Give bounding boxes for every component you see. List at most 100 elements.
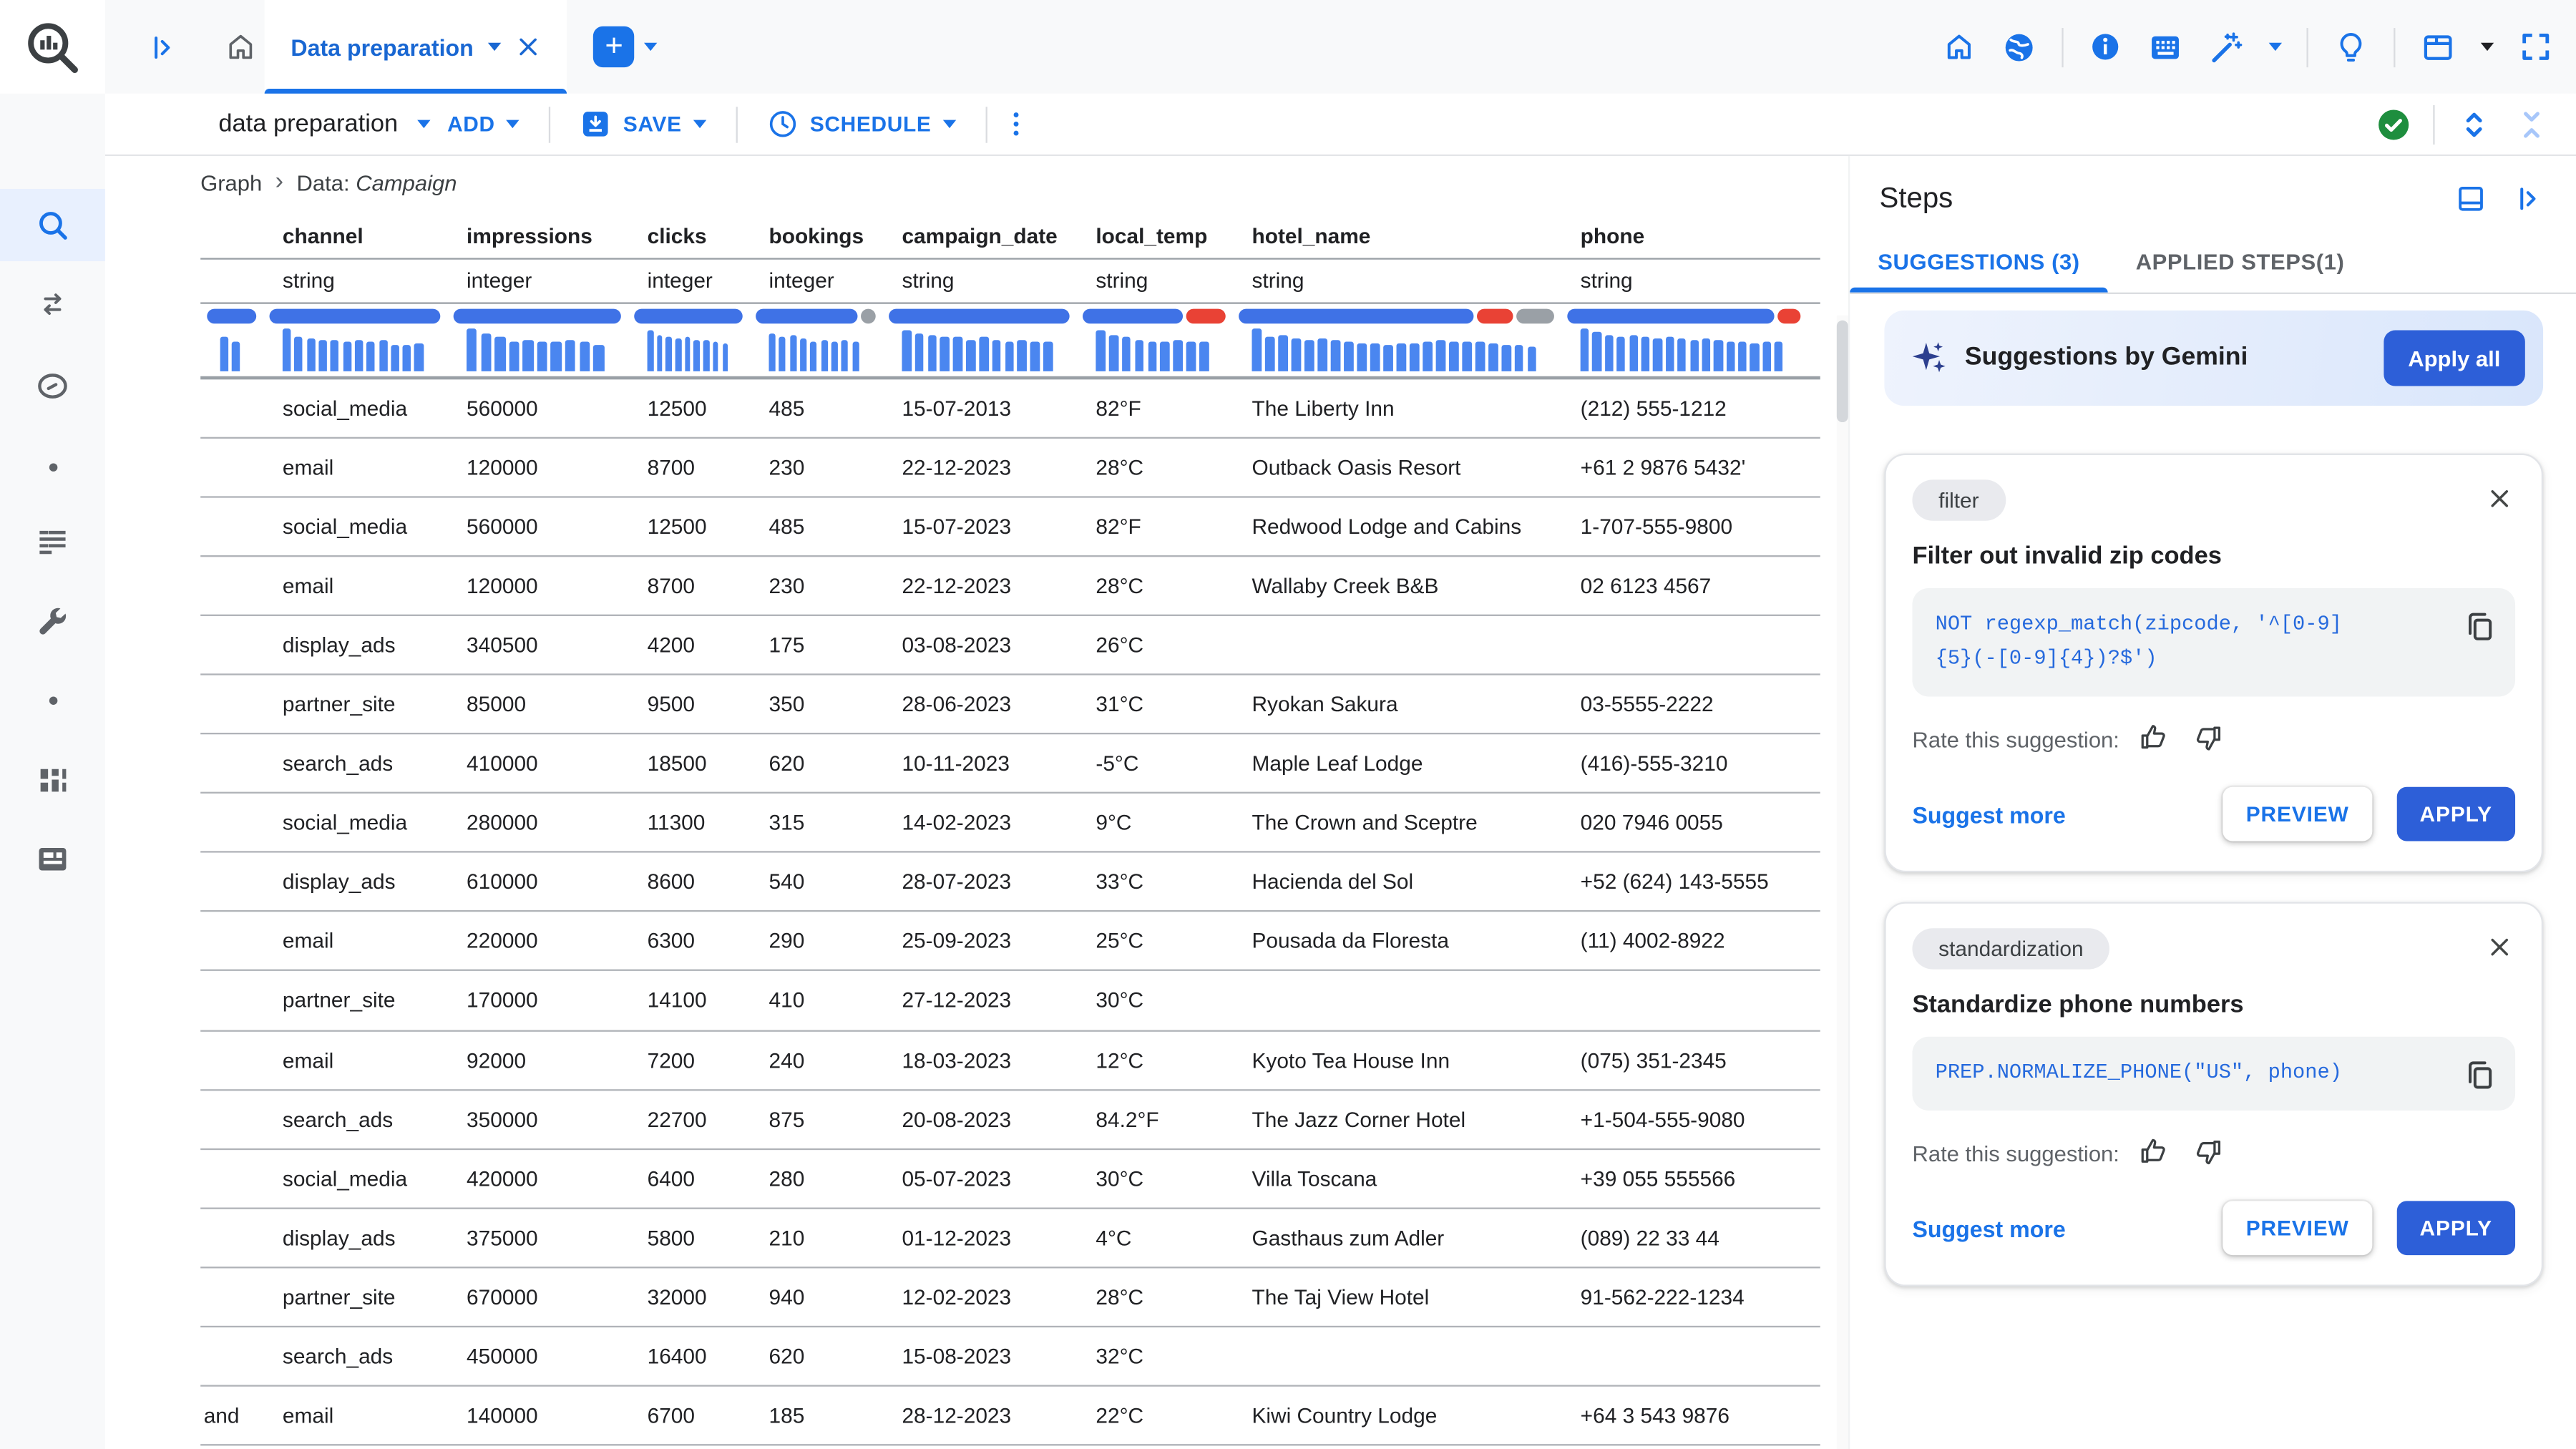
table-cell[interactable]: The Jazz Corner Hotel — [1232, 1091, 1561, 1148]
table-cell[interactable]: 28°C — [1076, 1268, 1232, 1326]
save-chevron-icon[interactable] — [693, 119, 707, 129]
table-row[interactable]: display_ads 610000 8600 540 28-07-2023 33°C Ha… — [200, 853, 1820, 913]
table-row[interactable]: social_media 560000 12500 485 15-07-2023 82°F… — [200, 497, 1820, 557]
table-cell[interactable]: 14100 — [628, 972, 749, 1030]
apply-all-button[interactable]: Apply all — [2383, 330, 2525, 386]
apply-button[interactable]: APPLY — [2396, 786, 2516, 841]
schedule-chevron-icon[interactable] — [942, 119, 956, 129]
thumb-down-button[interactable] — [2188, 721, 2228, 759]
new-tab-button[interactable]: + — [593, 26, 635, 68]
table-cell[interactable] — [200, 1446, 263, 1449]
table-cell[interactable]: 220000 — [447, 912, 628, 970]
expand-rows-icon[interactable] — [2456, 106, 2492, 142]
table-cell[interactable]: 15-07-2013 — [882, 379, 1076, 436]
sidebar-item-wrench[interactable] — [0, 587, 105, 659]
table-cell[interactable]: The Taj View Hotel — [1232, 1268, 1561, 1326]
table-cell[interactable]: 7200 — [628, 1031, 749, 1089]
table-cell[interactable]: 8700 — [628, 438, 749, 496]
table-cell[interactable] — [200, 853, 263, 911]
table-cell[interactable]: 18-03-2023 — [882, 1031, 1076, 1089]
table-cell[interactable]: search_ads — [263, 1327, 447, 1385]
table-cell[interactable]: 9°C — [1076, 794, 1232, 852]
open-navigation-panel-icon[interactable] — [148, 30, 181, 63]
quality-bar[interactable] — [1232, 306, 1561, 326]
table-cell[interactable] — [200, 438, 263, 496]
sidebar-item-swap-arrows[interactable] — [0, 271, 105, 343]
column-name[interactable]: phone — [1561, 213, 1807, 258]
schedule-button[interactable]: SCHEDULE — [767, 109, 956, 140]
table-cell[interactable]: 410000 — [447, 734, 628, 792]
table-cell[interactable]: Villa Toscana — [1232, 1149, 1561, 1207]
table-cell[interactable]: 11300 — [628, 794, 749, 852]
table-cell[interactable]: 12500 — [628, 497, 749, 555]
table-cell[interactable]: 6400 — [628, 1149, 749, 1207]
table-scrollbar[interactable] — [1836, 315, 1848, 1449]
table-cell[interactable] — [1561, 972, 1807, 1030]
apply-button[interactable]: APPLY — [2396, 1201, 2516, 1256]
tab-data-preparation[interactable]: Data preparation — [264, 0, 568, 94]
table-cell[interactable]: search_ads — [263, 1091, 447, 1148]
sidebar-item-panel-card[interactable] — [0, 823, 105, 895]
table-cell[interactable] — [200, 734, 263, 792]
table-cell[interactable]: 28-06-2023 — [882, 675, 1076, 733]
copy-code-button[interactable] — [2459, 606, 2500, 652]
table-cell[interactable]: 940 — [749, 1268, 882, 1326]
table-cell[interactable]: 540 — [749, 853, 882, 911]
sidebar-item-modules-grid[interactable] — [0, 744, 105, 816]
column-type[interactable]: string — [882, 260, 1076, 303]
table-cell[interactable]: (212) 555-1212 — [1561, 379, 1807, 436]
table-cell[interactable]: 375000 — [447, 1209, 628, 1267]
wand-icon[interactable] — [2208, 29, 2245, 65]
table-cell[interactable]: display_ads — [263, 853, 447, 911]
column-type[interactable]: integer — [628, 260, 749, 303]
table-cell[interactable]: 340500 — [447, 616, 628, 674]
quality-bar[interactable] — [882, 306, 1076, 326]
table-cell[interactable]: 20-08-2023 — [882, 1091, 1076, 1148]
table-cell[interactable]: 290 — [749, 912, 882, 970]
table-cell[interactable]: 12°C — [1076, 1031, 1232, 1089]
table-cell[interactable]: 31°C — [1076, 675, 1232, 733]
thumb-down-button[interactable] — [2188, 1135, 2228, 1173]
table-cell[interactable]: email — [263, 438, 447, 496]
table-cell[interactable]: 4200 — [628, 616, 749, 674]
quality-bar[interactable] — [200, 306, 263, 326]
home-icon[interactable] — [1942, 29, 1976, 64]
info-icon[interactable] — [2088, 29, 2122, 64]
table-cell[interactable]: 28-07-2023 — [882, 853, 1076, 911]
copy-code-button[interactable] — [2459, 1055, 2500, 1101]
quality-bar[interactable] — [628, 306, 749, 326]
table-cell[interactable]: Pousada da Floresta — [1232, 912, 1561, 970]
preview-button[interactable]: PREVIEW — [2223, 786, 2372, 841]
table-cell[interactable]: 410 — [749, 972, 882, 1030]
table-cell[interactable]: 15-08-2023 — [882, 1327, 1076, 1385]
table-cell[interactable] — [200, 1149, 263, 1207]
add-button[interactable]: ADD — [447, 112, 520, 137]
table-cell[interactable]: Ryokan Sakura — [1232, 675, 1561, 733]
table-cell[interactable]: social_media — [263, 794, 447, 852]
table-cell[interactable]: (11) 4002-8922 — [1561, 912, 1807, 970]
table-row[interactable]: partner_site 670000 32000 940 12-02-2023 28°C… — [200, 1268, 1820, 1328]
table-row[interactable]: partner_site 85000 9500 350 28-06-2023 31°C Ry… — [200, 675, 1820, 735]
table-cell[interactable] — [200, 379, 263, 436]
table-cell[interactable]: Kiwi Country Lodge — [1232, 1387, 1561, 1445]
table-cell[interactable]: email — [263, 557, 447, 615]
table-row[interactable]: and email 140000 6700 185 28-12-2023 22°C Kiwi … — [200, 1387, 1820, 1446]
tab-close-icon[interactable] — [516, 34, 540, 59]
table-cell[interactable]: 610000 — [447, 853, 628, 911]
dock-bottom-icon[interactable] — [2454, 182, 2487, 215]
table-cell[interactable]: 12-02-2023 — [882, 1268, 1076, 1326]
table-cell[interactable]: 82°F — [1076, 497, 1232, 555]
table-cell[interactable]: 03-08-2023 — [882, 616, 1076, 674]
thumb-up-button[interactable] — [2135, 1135, 2174, 1173]
table-cell[interactable]: 20100 — [628, 1446, 749, 1449]
tab-applied-steps[interactable]: APPLIED STEPS(1) — [2108, 230, 2373, 292]
table-cell[interactable]: Kyoto Tea House Inn — [1232, 1031, 1561, 1089]
table-cell[interactable]: 230 — [749, 438, 882, 496]
table-cell[interactable]: 33°C — [1076, 853, 1232, 911]
column-type[interactable]: string — [1561, 260, 1807, 303]
table-cell[interactable]: Redwood Lodge and Cabins — [1232, 497, 1561, 555]
table-cell[interactable]: 85000 — [447, 675, 628, 733]
quality-bar[interactable] — [749, 306, 882, 326]
table-cell[interactable]: and — [200, 1387, 263, 1445]
quality-bar[interactable] — [447, 306, 628, 326]
